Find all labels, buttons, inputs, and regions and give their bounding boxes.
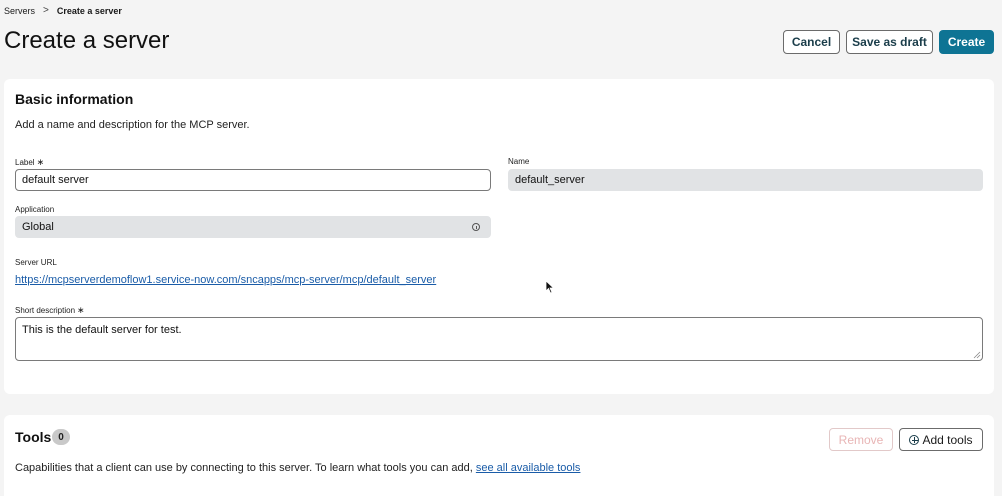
save-draft-button[interactable]: Save as draft <box>846 30 933 54</box>
create-button[interactable]: Create <box>939 30 994 54</box>
application-field-label: Application <box>15 205 55 214</box>
required-asterisk-icon: ∗ <box>77 305 85 315</box>
add-tools-button[interactable]: Add tools <box>899 428 983 451</box>
tools-description: Capabilities that a client can use by co… <box>15 462 581 474</box>
basic-information-card: Basic information Add a name and descrip… <box>4 79 994 394</box>
resize-handle-icon[interactable] <box>973 351 981 359</box>
application-value: Global <box>22 221 54 233</box>
see-all-tools-link[interactable]: see all available tools <box>476 462 581 474</box>
application-input[interactable]: Global <box>15 216 491 238</box>
cancel-button[interactable]: Cancel <box>783 30 840 54</box>
breadcrumb: Servers > Create a server <box>4 5 122 16</box>
tools-count-badge: 0 <box>52 429 70 445</box>
name-field-label: Name <box>508 157 530 166</box>
label-input[interactable]: default server <box>15 169 491 191</box>
name-input[interactable]: default_server <box>508 169 983 191</box>
chevron-right-icon: > <box>43 5 49 16</box>
plus-circle-icon <box>909 434 920 445</box>
breadcrumb-servers-link[interactable]: Servers <box>4 6 35 16</box>
short-description-value: This is the default server for test. <box>22 324 182 336</box>
basic-information-title: Basic information <box>15 91 134 107</box>
add-tools-label: Add tools <box>922 432 973 447</box>
remove-button[interactable]: Remove <box>829 428 893 451</box>
page-title: Create a server <box>4 27 170 54</box>
required-asterisk-icon: ∗ <box>36 157 45 167</box>
tools-title: Tools <box>15 429 52 445</box>
mouse-pointer-icon <box>545 280 555 294</box>
label-field-label: Label ∗ <box>15 157 45 167</box>
info-circle-icon[interactable] <box>472 223 480 231</box>
short-description-textarea[interactable]: This is the default server for test. <box>15 317 983 361</box>
server-url-label: Server URL <box>15 258 57 267</box>
server-url-link[interactable]: https://mcpserverdemoflow1.service-now.c… <box>15 274 436 286</box>
tools-card: Tools 0 Remove Add tools Capabilities th… <box>4 415 994 496</box>
basic-information-description: Add a name and description for the MCP s… <box>15 119 250 131</box>
breadcrumb-current: Create a server <box>56 5 122 16</box>
short-description-label: Short description ∗ <box>15 305 85 315</box>
